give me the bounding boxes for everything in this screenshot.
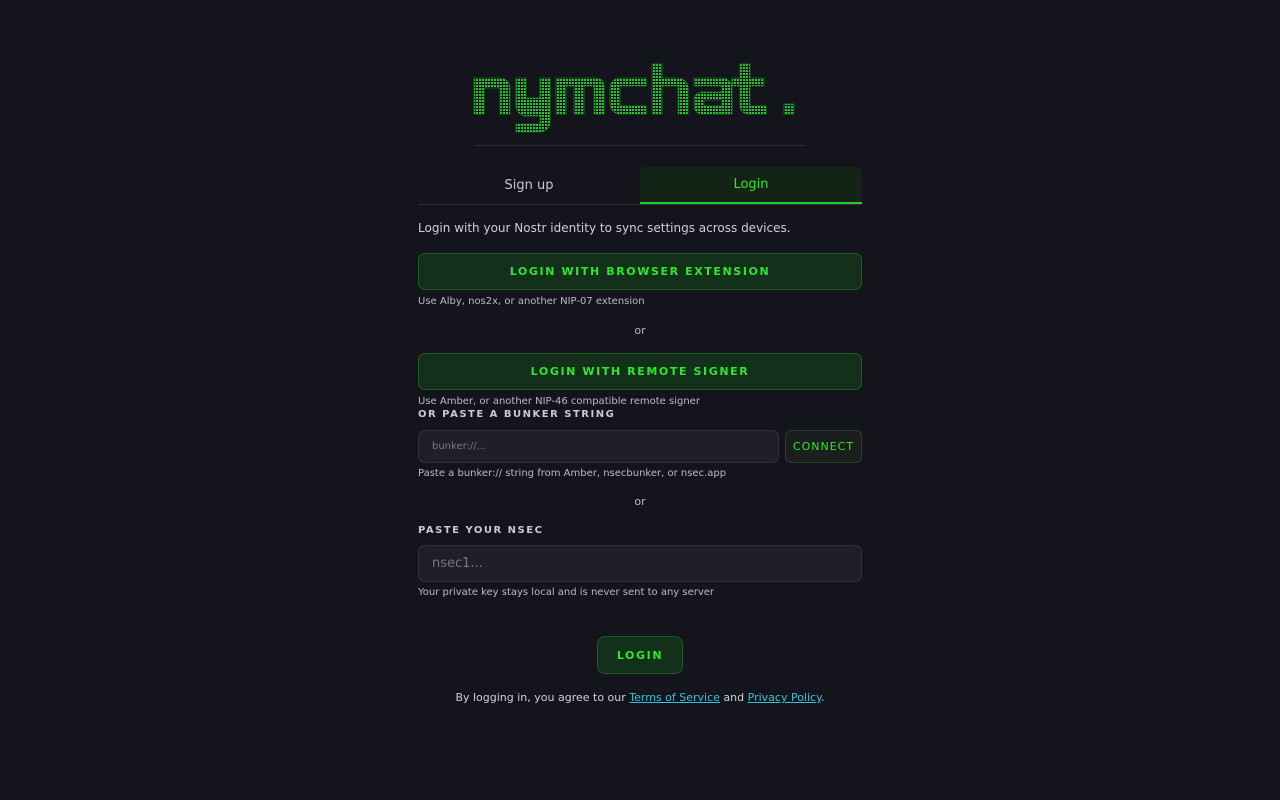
tab-signup[interactable]: Sign up xyxy=(418,167,640,204)
or-divider: or xyxy=(634,324,646,337)
nsec-input[interactable] xyxy=(418,545,862,582)
remote-signer-hint: Use Amber, or another NIP-46 compatible … xyxy=(418,396,700,407)
or-divider-2: or xyxy=(634,495,646,508)
bunker-string-input[interactable] xyxy=(418,430,779,463)
login-button[interactable]: LOGIN xyxy=(597,636,683,674)
terms-of-service-link[interactable]: Terms of Service xyxy=(629,691,720,704)
login-intro-text: Login with your Nostr identity to sync s… xyxy=(418,221,791,235)
legal-prefix: By logging in, you agree to our xyxy=(455,691,630,704)
bunker-hint: Paste a bunker:// string from Amber, nse… xyxy=(418,468,727,479)
legal-middle: and xyxy=(719,691,748,704)
remote-signer-login-button[interactable]: LOGIN WITH REMOTE SIGNER xyxy=(418,353,862,390)
connect-button[interactable]: CONNECT xyxy=(785,430,862,463)
nsec-label: PASTE YOUR NSEC xyxy=(418,525,544,536)
nymchat-logo xyxy=(470,58,810,138)
bunker-label: OR PASTE A BUNKER STRING xyxy=(418,409,616,420)
tab-login[interactable]: Login xyxy=(640,167,862,204)
logo-divider xyxy=(475,145,805,146)
auth-tabs: Sign up Login xyxy=(418,167,862,205)
extension-hint: Use Alby, nos2x, or another NIP-07 exten… xyxy=(418,296,645,307)
nsec-hint: Your private key stays local and is neve… xyxy=(418,587,715,598)
browser-extension-login-button[interactable]: LOGIN WITH BROWSER EXTENSION xyxy=(418,253,862,290)
legal-notice: By logging in, you agree to our Terms of… xyxy=(0,691,1280,704)
privacy-policy-link[interactable]: Privacy Policy xyxy=(748,691,821,704)
legal-suffix: . xyxy=(821,691,825,704)
